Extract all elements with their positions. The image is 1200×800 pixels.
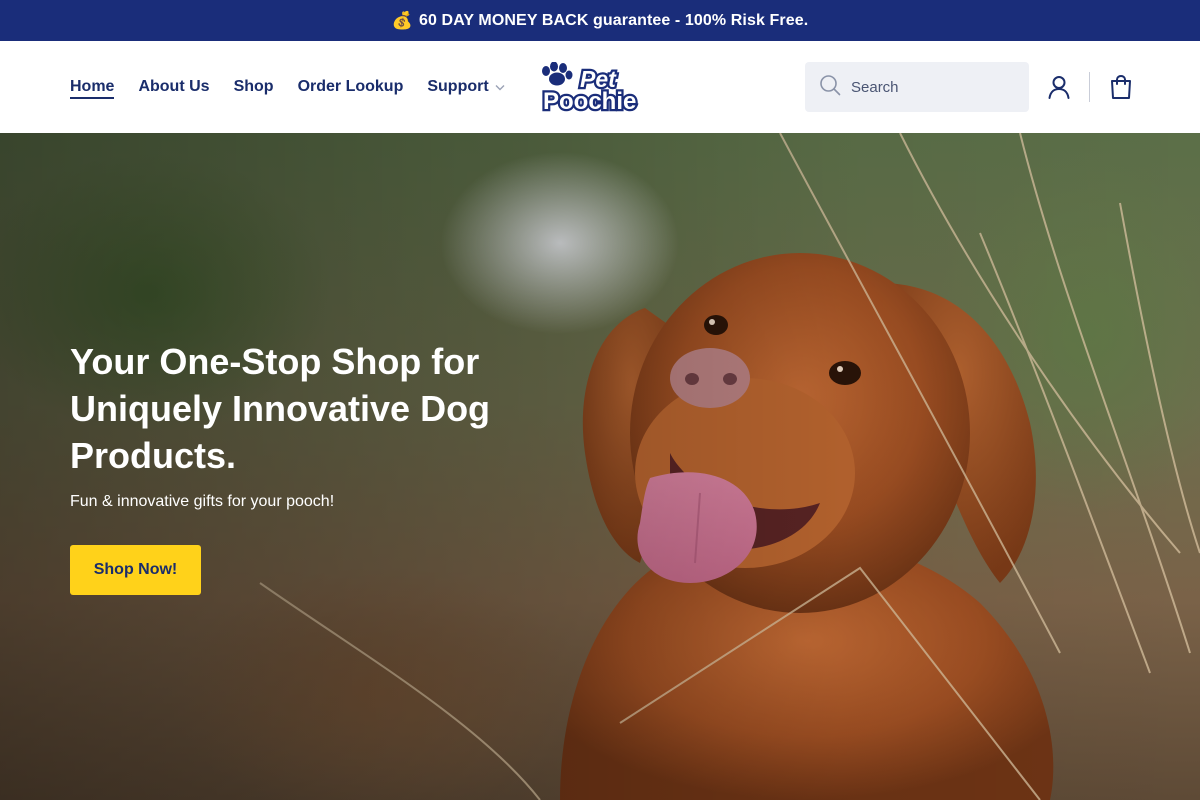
site-logo[interactable]: Pet Poochie [540, 61, 662, 117]
nav-order-lookup[interactable]: Order Lookup [298, 75, 404, 99]
nav-about-us[interactable]: About Us [138, 75, 209, 99]
header-divider [1089, 72, 1090, 102]
main-nav: Home About Us Shop Order Lookup Support [70, 41, 529, 133]
nav-shop[interactable]: Shop [234, 75, 274, 99]
shop-now-button[interactable]: Shop Now! [70, 545, 201, 595]
shopping-bag-icon[interactable] [1108, 74, 1134, 100]
search-box[interactable] [805, 62, 1029, 112]
site-header: Home About Us Shop Order Lookup Support … [0, 41, 1200, 133]
announcement-text: 60 DAY MONEY BACK guarantee - 100% Risk … [419, 11, 809, 29]
chevron-down-icon [495, 78, 505, 96]
money-bag-icon: 💰 [391, 10, 414, 30]
nav-home[interactable]: Home [70, 75, 115, 99]
logo-line2: Poochie [543, 88, 636, 114]
nav-support-label: Support [427, 78, 489, 95]
nav-support[interactable]: Support [427, 75, 505, 99]
hero-title: Your One-Stop Shop for Uniquely Innovati… [70, 341, 491, 476]
search-icon[interactable] [819, 74, 841, 101]
user-icon[interactable] [1046, 74, 1072, 100]
search-input[interactable] [851, 78, 1021, 96]
hero-banner: Your One-Stop Shop for Uniquely Innovati… [0, 133, 1200, 800]
announcement-bar: 💰 60 DAY MONEY BACK guarantee - 100% Ris… [0, 0, 1200, 41]
paw-print-icon: Pet Poochie [541, 61, 639, 117]
hero-subtitle: Fun & innovative gifts for your pooch! [70, 493, 335, 510]
